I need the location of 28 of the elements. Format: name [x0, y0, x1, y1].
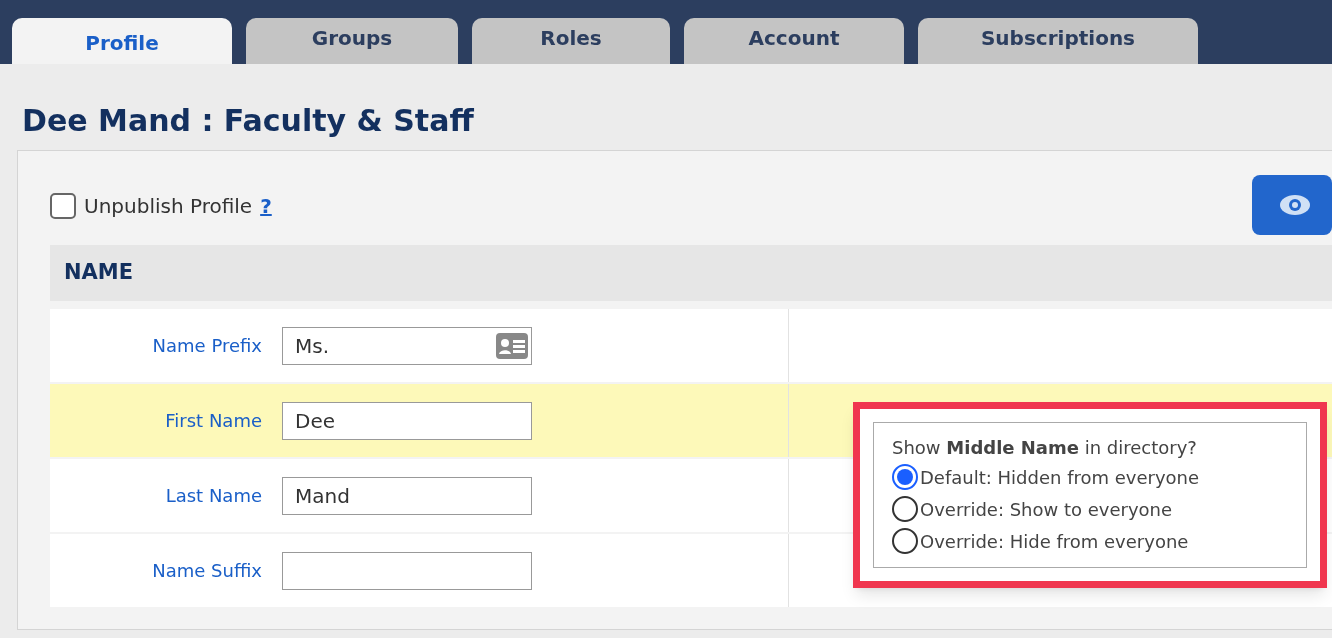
- field-label: Name Prefix: [151, 334, 262, 358]
- unpublish-label: Unpublish Profile: [84, 193, 253, 220]
- tab[interactable]: Profile: [12, 18, 232, 64]
- section-title: NAME: [64, 259, 134, 287]
- tab[interactable]: Account: [684, 18, 904, 64]
- text-field[interactable]: Mand: [282, 476, 532, 515]
- radio-button[interactable]: [892, 496, 918, 522]
- radio-button[interactable]: [892, 528, 918, 554]
- radio-button[interactable]: [892, 464, 918, 490]
- text-field[interactable]: Dee: [282, 401, 532, 440]
- field-label: First Name: [164, 409, 262, 433]
- unpublish-checkbox[interactable]: [50, 193, 76, 219]
- radio-label: Override: Hide from everyone: [920, 529, 1189, 554]
- help-link[interactable]: ?: [260, 191, 272, 221]
- radio-label: Override: Show to everyone: [920, 497, 1173, 522]
- radio-label: Default: Hidden from everyone: [920, 465, 1200, 490]
- text-field[interactable]: Ms.: [282, 326, 532, 365]
- text-field[interactable]: [282, 551, 532, 590]
- popup-question: Show Middle Name in directory?: [892, 436, 1198, 460]
- field-label: Name Suffix: [151, 559, 262, 583]
- tab[interactable]: Roles: [472, 18, 670, 64]
- contact-card-icon[interactable]: [496, 332, 528, 359]
- tab[interactable]: Groups: [246, 18, 458, 64]
- page-title: Dee Mand : Faculty & Staff: [22, 106, 475, 136]
- preview-button[interactable]: [1252, 175, 1332, 235]
- field-label: Last Name: [164, 484, 262, 508]
- eye-icon: [1278, 193, 1312, 217]
- tab[interactable]: Subscriptions: [918, 18, 1198, 64]
